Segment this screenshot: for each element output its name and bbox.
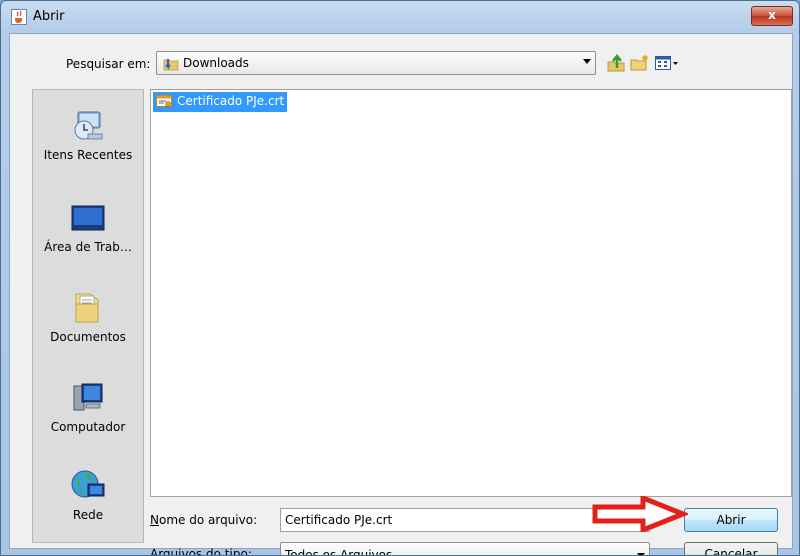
certificate-file-icon [156,95,172,115]
dialog-body: Pesquisar em: Downloads Itens Recentes Á… [9,33,793,555]
view-menu-icon[interactable] [654,53,680,73]
close-button[interactable]: x [751,6,793,26]
close-icon: x [768,8,776,22]
place-documents[interactable]: Documentos [33,290,143,344]
look-in-label: Pesquisar em: [66,57,151,71]
file-name: Certificado PJe.crt [177,94,285,108]
java-cup-icon [11,9,27,25]
downloads-folder-icon [163,56,179,75]
new-folder-icon[interactable] [630,53,650,73]
title-bar[interactable]: Abrir x [1,1,799,33]
recent-items-icon [74,111,103,140]
filetype-label: Arquivos do tipo: [150,547,252,556]
place-label: Computador [50,420,126,434]
place-label: Área de Trab… [44,240,132,254]
file-item-selected[interactable]: Certificado PJe.crt [153,92,288,115]
computer-icon [73,383,103,411]
place-computer[interactable]: Computador [33,380,143,434]
documents-icon [75,293,99,323]
network-icon [71,470,105,498]
red-arrow-annotation-icon [592,496,688,532]
look-in-combobox[interactable]: Downloads [156,51,596,75]
places-bar: Itens Recentes Área de Trab… Documentos [32,89,144,543]
desktop-icon [71,205,105,231]
cancel-button[interactable]: Cancelar [684,542,778,555]
open-button[interactable]: Abrir [684,508,778,532]
up-folder-icon[interactable] [606,53,626,73]
look-in-value: Downloads [183,56,249,70]
place-label: Documentos [50,330,126,344]
window-title: Abrir [33,9,65,24]
filename-label: Nome do arquivo: [150,513,258,527]
place-desktop[interactable]: Área de Trab… [33,200,143,254]
chevron-down-icon [583,59,591,64]
place-label: Rede [72,508,104,522]
file-list[interactable]: Certificado PJe.crt [150,89,792,497]
place-network[interactable]: Rede [33,468,143,522]
filetype-combobox[interactable]: Todos os Arquivos [280,542,650,556]
filetype-value: Todos os Arquivos [285,548,393,556]
open-dialog-window: Abrir x Pesquisar em: Downloads Itens Re… [0,0,800,556]
place-recent-items[interactable]: Itens Recentes [33,108,143,162]
place-label: Itens Recentes [43,148,133,162]
